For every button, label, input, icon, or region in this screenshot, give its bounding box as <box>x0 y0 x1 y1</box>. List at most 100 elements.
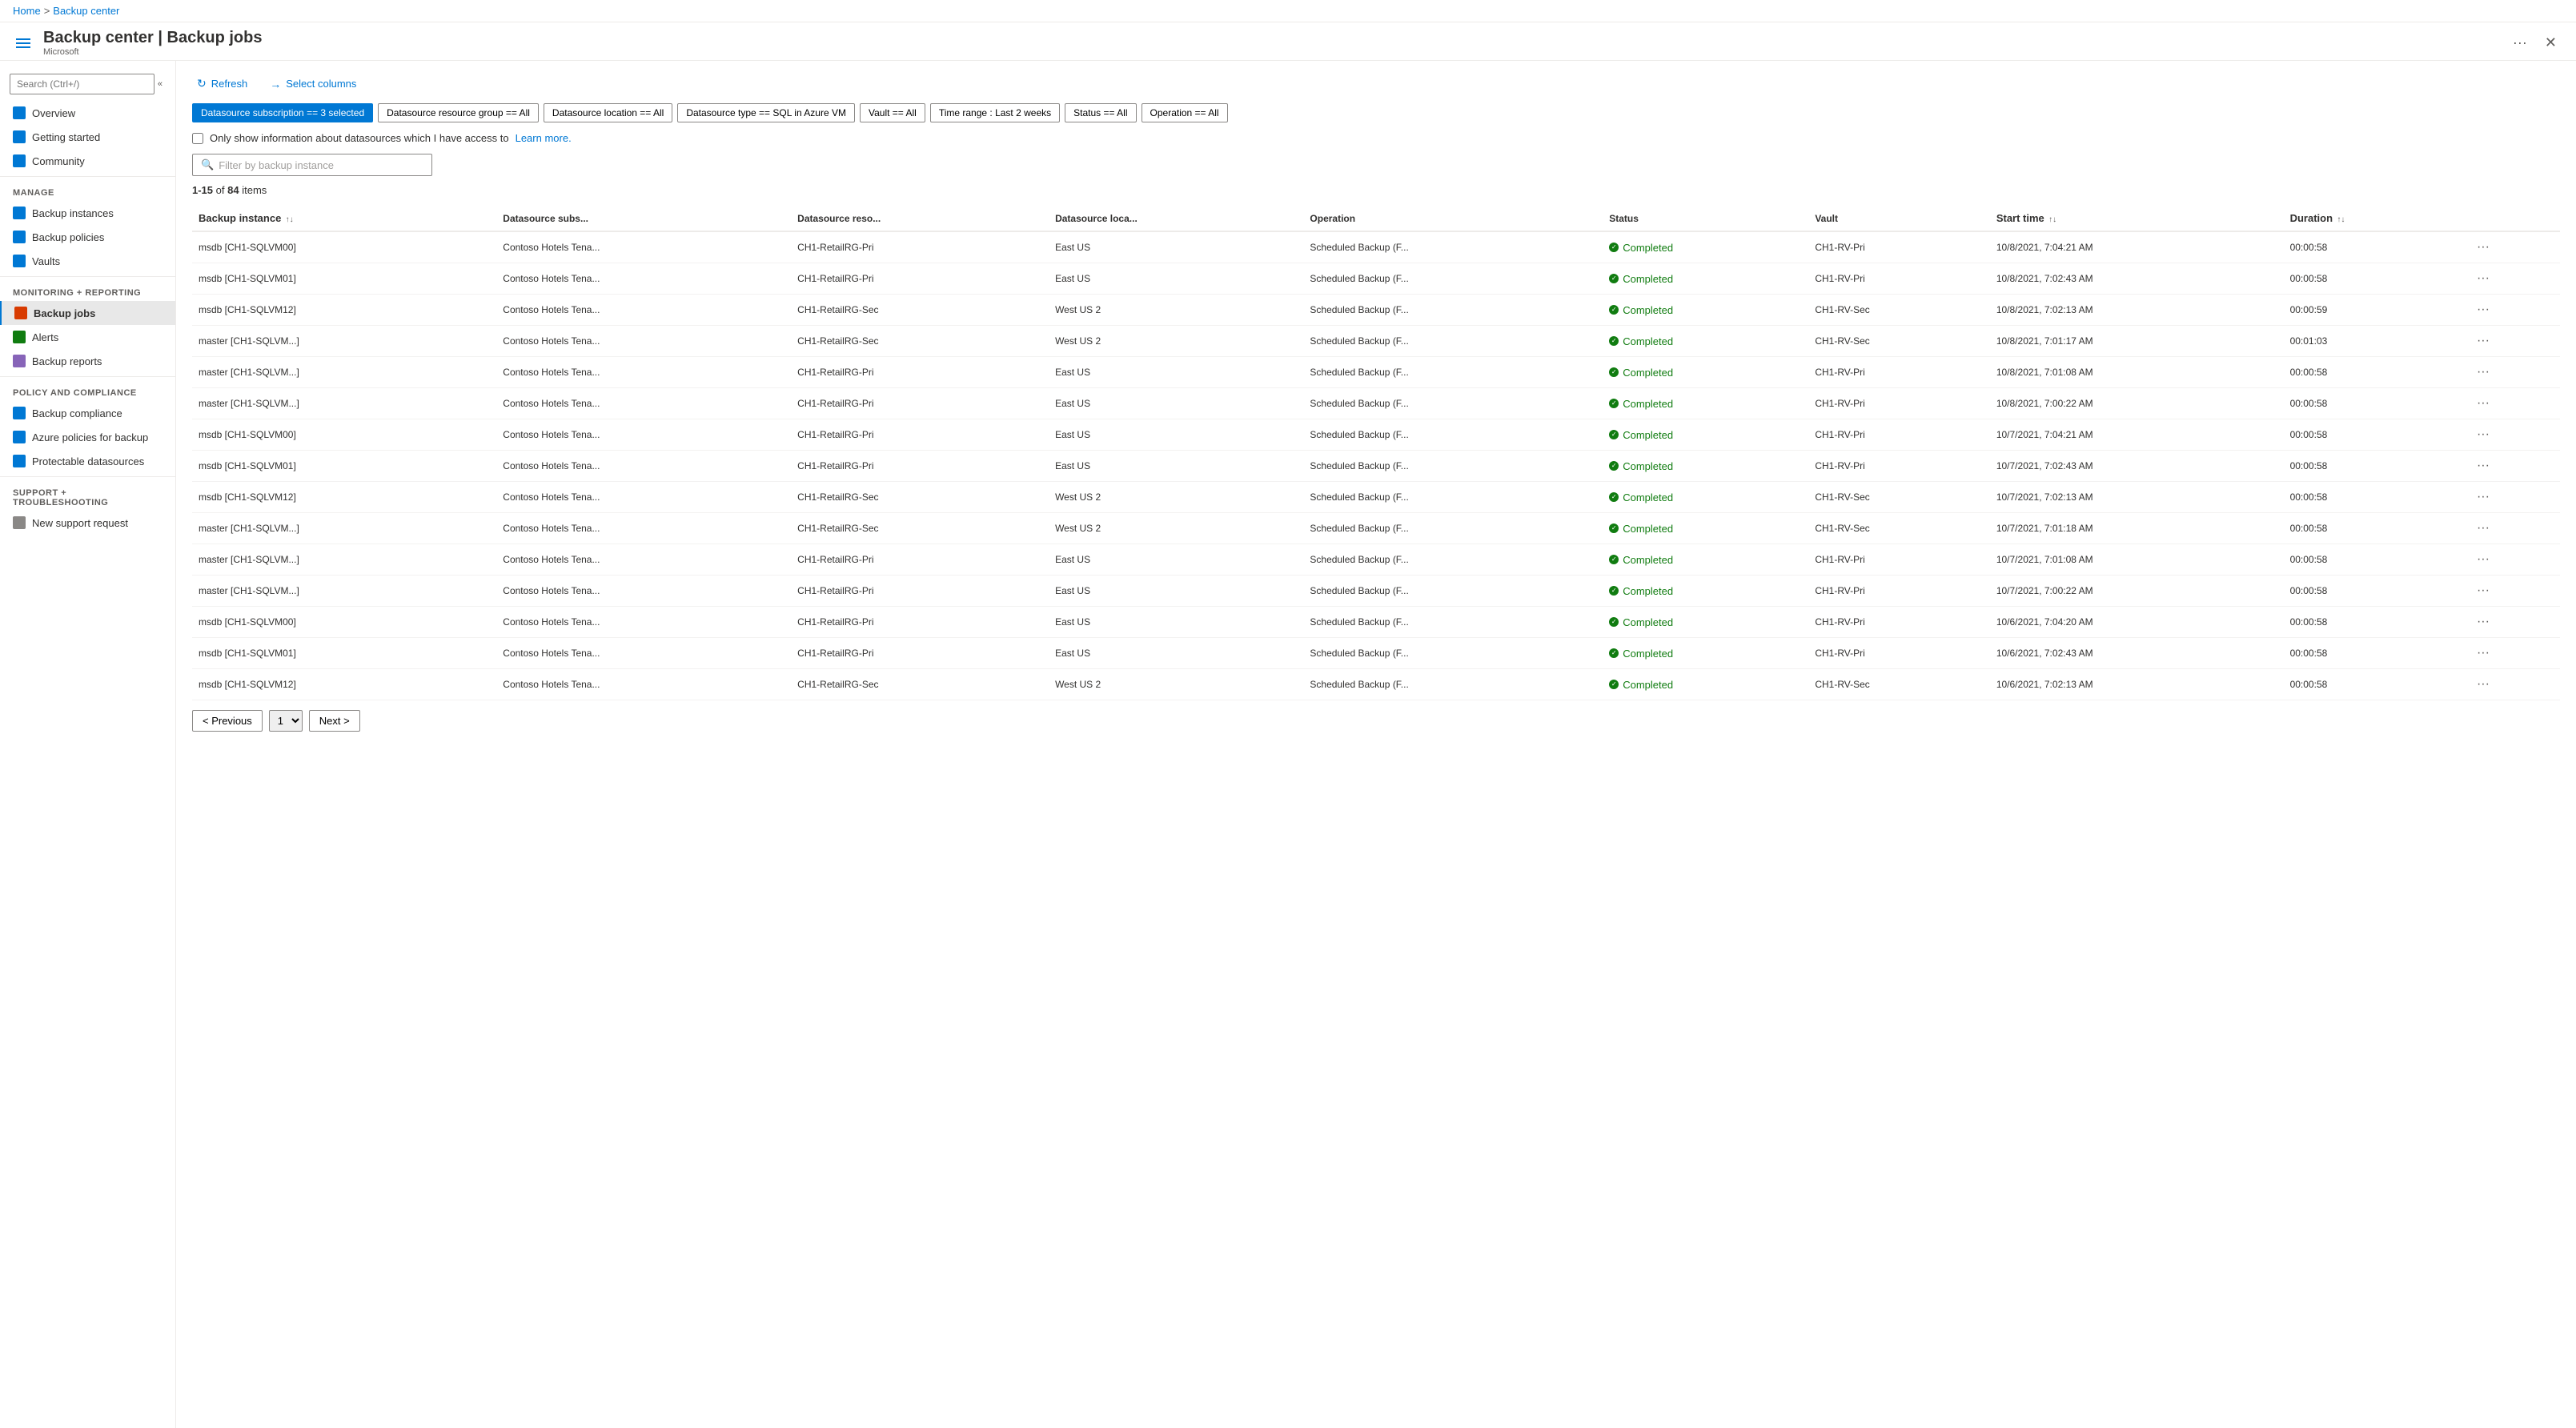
cell-datasource-subs: Contoso Hotels Tena... <box>496 513 791 544</box>
backup-policies-icon <box>13 231 26 243</box>
sidebar-item-new-support[interactable]: New support request <box>0 511 175 535</box>
row-actions-button[interactable]: ··· <box>2472 270 2494 287</box>
filter-time-range[interactable]: Time range : Last 2 weeks <box>930 103 1060 122</box>
table-row: master [CH1-SQLVM...] Contoso Hotels Ten… <box>192 513 2560 544</box>
close-button[interactable]: ✕ <box>2538 31 2563 54</box>
cell-operation: Scheduled Backup (F... <box>1303 357 1603 388</box>
sidebar-divider-4 <box>0 476 175 477</box>
cell-operation: Scheduled Backup (F... <box>1303 326 1603 357</box>
cell-status: Completed <box>1603 669 1808 700</box>
col-label: Start time <box>1996 212 2044 224</box>
cell-datasource-reso: CH1-RetailRG-Pri <box>791 607 1049 638</box>
sidebar-item-alerts[interactable]: Alerts <box>0 325 175 349</box>
cell-vault: CH1-RV-Pri <box>1808 638 1990 669</box>
sidebar-divider-1 <box>0 176 175 177</box>
cell-datasource-subs: Contoso Hotels Tena... <box>496 482 791 513</box>
status-completed: Completed <box>1609 491 1802 503</box>
status-label: Completed <box>1623 616 1673 628</box>
sidebar-item-label: Overview <box>32 107 75 119</box>
status-completed: Completed <box>1609 242 1802 254</box>
items-count: 1-15 of 84 items <box>192 184 2560 196</box>
cell-datasource-subs: Contoso Hotels Tena... <box>496 669 791 700</box>
sidebar-item-protectable[interactable]: Protectable datasources <box>0 449 175 473</box>
filter-resource-group[interactable]: Datasource resource group == All <box>378 103 539 122</box>
filter-type[interactable]: Datasource type == SQL in Azure VM <box>677 103 855 122</box>
sidebar-item-getting-started[interactable]: Getting started <box>0 125 175 149</box>
row-actions-button[interactable]: ··· <box>2472 363 2494 381</box>
cell-backup-instance: msdb [CH1-SQLVM00] <box>192 607 496 638</box>
sidebar-item-backup-compliance[interactable]: Backup compliance <box>0 401 175 425</box>
row-actions-button[interactable]: ··· <box>2472 519 2494 537</box>
row-actions-button[interactable]: ··· <box>2472 457 2494 475</box>
status-completed: Completed <box>1609 585 1802 597</box>
row-actions-button[interactable]: ··· <box>2472 582 2494 600</box>
status-completed: Completed <box>1609 429 1802 441</box>
sidebar-item-azure-policies[interactable]: Azure policies for backup <box>0 425 175 449</box>
sidebar-item-community[interactable]: Community <box>0 149 175 173</box>
filter-subscription[interactable]: Datasource subscription == 3 selected <box>192 103 373 122</box>
select-columns-button[interactable]: → Select columns <box>265 74 361 94</box>
cell-actions: ··· <box>2466 295 2560 326</box>
filter-vault[interactable]: Vault == All <box>860 103 925 122</box>
breadcrumb-current[interactable]: Backup center <box>53 5 119 17</box>
filter-status[interactable]: Status == All <box>1065 103 1136 122</box>
sort-icon: ↑↓ <box>2048 215 2056 224</box>
search-input[interactable] <box>219 159 423 171</box>
row-actions-button[interactable]: ··· <box>2472 613 2494 631</box>
row-actions-button[interactable]: ··· <box>2472 551 2494 568</box>
sidebar-collapse-button[interactable]: « <box>154 79 166 89</box>
refresh-button[interactable]: ↻ Refresh <box>192 74 252 94</box>
ellipsis-button[interactable]: ··· <box>2508 33 2532 53</box>
cell-datasource-loca: West US 2 <box>1049 326 1303 357</box>
sidebar-item-backup-jobs[interactable]: Backup jobs <box>0 301 175 325</box>
cell-backup-instance: msdb [CH1-SQLVM12] <box>192 482 496 513</box>
table-row: msdb [CH1-SQLVM00] Contoso Hotels Tena..… <box>192 419 2560 451</box>
cell-vault: CH1-RV-Sec <box>1808 326 1990 357</box>
status-completed: Completed <box>1609 273 1802 285</box>
cell-start-time: 10/6/2021, 7:02:13 AM <box>1990 669 2284 700</box>
access-checkbox[interactable] <box>192 133 203 144</box>
cell-duration: 00:00:58 <box>2284 451 2466 482</box>
sidebar-item-backup-instances[interactable]: Backup instances <box>0 201 175 225</box>
cell-start-time: 10/6/2021, 7:04:20 AM <box>1990 607 2284 638</box>
row-actions-button[interactable]: ··· <box>2472 676 2494 693</box>
filter-operation[interactable]: Operation == All <box>1142 103 1228 122</box>
sidebar-item-overview[interactable]: Overview <box>0 101 175 125</box>
cell-operation: Scheduled Backup (F... <box>1303 388 1603 419</box>
row-actions-button[interactable]: ··· <box>2472 239 2494 256</box>
cell-datasource-reso: CH1-RetailRG-Pri <box>791 231 1049 263</box>
sidebar-item-backup-reports[interactable]: Backup reports <box>0 349 175 373</box>
cell-duration: 00:00:59 <box>2284 295 2466 326</box>
row-actions-button[interactable]: ··· <box>2472 488 2494 506</box>
hamburger-menu[interactable] <box>13 35 34 51</box>
row-actions-button[interactable]: ··· <box>2472 426 2494 443</box>
sidebar-item-vaults[interactable]: Vaults <box>0 249 175 273</box>
breadcrumb: Home > Backup center <box>0 0 2576 22</box>
cell-datasource-reso: CH1-RetailRG-Sec <box>791 295 1049 326</box>
row-actions-button[interactable]: ··· <box>2472 644 2494 662</box>
row-actions-button[interactable]: ··· <box>2472 301 2494 319</box>
row-actions-button[interactable]: ··· <box>2472 332 2494 350</box>
cell-datasource-reso: CH1-RetailRG-Pri <box>791 451 1049 482</box>
cell-actions: ··· <box>2466 326 2560 357</box>
sidebar-item-backup-policies[interactable]: Backup policies <box>0 225 175 249</box>
cell-datasource-loca: East US <box>1049 388 1303 419</box>
previous-button[interactable]: < Previous <box>192 710 263 732</box>
next-button[interactable]: Next > <box>309 710 360 732</box>
filter-location[interactable]: Datasource location == All <box>544 103 672 122</box>
cell-vault: CH1-RV-Pri <box>1808 263 1990 295</box>
search-input[interactable] <box>10 74 154 94</box>
learn-more-link[interactable]: Learn more. <box>516 132 572 144</box>
cell-operation: Scheduled Backup (F... <box>1303 576 1603 607</box>
col-start-time[interactable]: Start time ↑↓ <box>1990 206 2284 231</box>
col-backup-instance[interactable]: Backup instance ↑↓ <box>192 206 496 231</box>
cell-datasource-loca: West US 2 <box>1049 295 1303 326</box>
col-duration[interactable]: Duration ↑↓ <box>2284 206 2466 231</box>
sidebar-divider-2 <box>0 276 175 277</box>
page-select[interactable]: 1 2 3 4 5 6 <box>269 710 303 732</box>
vaults-icon <box>13 255 26 267</box>
cell-datasource-loca: East US <box>1049 638 1303 669</box>
row-actions-button[interactable]: ··· <box>2472 395 2494 412</box>
breadcrumb-home[interactable]: Home <box>13 5 41 17</box>
table-row: msdb [CH1-SQLVM12] Contoso Hotels Tena..… <box>192 669 2560 700</box>
